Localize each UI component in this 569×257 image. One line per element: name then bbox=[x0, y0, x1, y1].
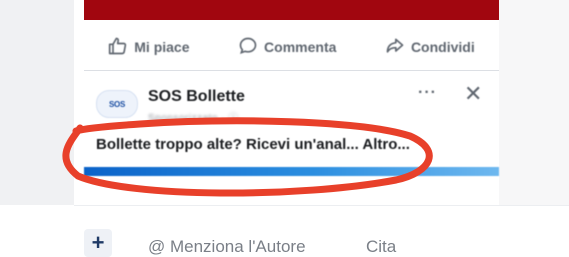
like-button[interactable]: Mi piace bbox=[108, 36, 190, 59]
cite-button[interactable]: Cita bbox=[366, 237, 396, 257]
sponsor-name[interactable]: SOS Bollette bbox=[148, 88, 245, 106]
comment-composer: + @ Menziona l'Autore Cita bbox=[0, 206, 569, 257]
share-arrow-icon bbox=[385, 36, 405, 59]
ad-headline[interactable]: Bollette troppo alte? Ricevi un'anal... … bbox=[96, 136, 486, 153]
feed-card: Mi piace Commenta Condividi SOS SOS Boll… bbox=[84, 0, 499, 205]
like-label: Mi piace bbox=[134, 39, 190, 55]
post-image bbox=[84, 0, 499, 20]
sponsored-label: Sponsorizzato · ⓘ bbox=[148, 113, 239, 124]
mention-author-button[interactable]: @ Menziona l'Autore bbox=[148, 237, 306, 257]
thumbs-up-icon bbox=[108, 36, 128, 59]
sponsored-ad[interactable]: SOS SOS Bollette Sponsorizzato · ⓘ ··· ✕… bbox=[84, 72, 499, 182]
close-icon[interactable]: ✕ bbox=[464, 81, 482, 107]
left-background bbox=[0, 0, 74, 205]
more-options-icon[interactable]: ··· bbox=[418, 84, 437, 102]
actions-divider bbox=[84, 70, 499, 71]
ad-accent-bar bbox=[84, 167, 499, 176]
comment-button[interactable]: Commenta bbox=[238, 36, 336, 59]
post-actions-bar: Mi piace Commenta Condividi bbox=[84, 28, 499, 66]
share-button[interactable]: Condividi bbox=[385, 36, 475, 59]
sponsor-logo-text: SOS bbox=[109, 99, 125, 109]
right-background bbox=[498, 0, 569, 205]
sponsor-avatar[interactable]: SOS bbox=[96, 90, 138, 118]
add-attachment-button[interactable]: + bbox=[84, 229, 112, 257]
comment-label: Commenta bbox=[264, 39, 337, 55]
share-label: Condividi bbox=[410, 39, 475, 55]
comment-icon bbox=[238, 36, 258, 59]
